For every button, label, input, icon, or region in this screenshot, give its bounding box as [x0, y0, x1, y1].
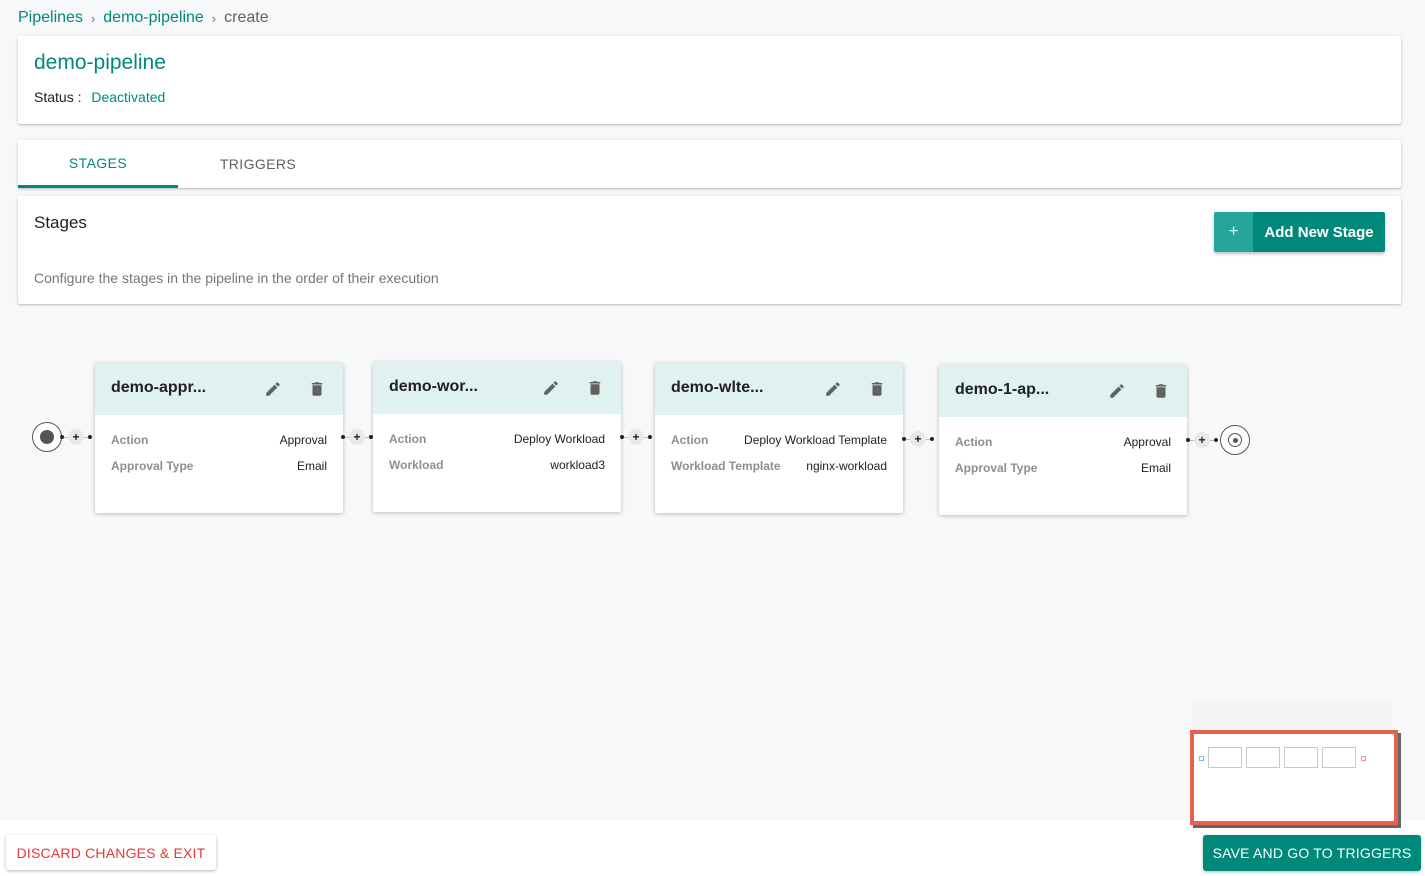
field-value: Email [296, 459, 327, 473]
pipeline-status: Status : Deactivated [34, 89, 165, 105]
stage-card[interactable]: demo-appr... Action Approval Approval Ty… [95, 363, 343, 513]
stages-description: Configure the stages in the pipeline in … [34, 270, 439, 286]
pipeline-title: demo-pipeline [34, 51, 166, 74]
stage-field-row: Approval Type Email [955, 461, 1171, 475]
stage-field-row: Action Approval [111, 433, 327, 447]
delete-icon[interactable] [585, 378, 605, 398]
connector: + [1186, 432, 1218, 448]
stage-name: demo-appr... [111, 379, 207, 396]
pipeline-start-node [32, 422, 62, 452]
stage-name: demo-1-ap... [955, 381, 1050, 398]
stage-card-header: demo-1-ap... [939, 365, 1187, 417]
minimap-stage [1208, 747, 1242, 768]
delete-icon[interactable] [1151, 381, 1171, 401]
minimap-start-node [1199, 756, 1204, 761]
stage-field-row: Workload workload3 [389, 458, 605, 472]
plus-icon: + [1214, 212, 1253, 252]
connector-dot [1214, 438, 1218, 442]
tab-bar: STAGES TRIGGERS [18, 140, 1401, 188]
stage-name: demo-wlte... [671, 379, 764, 396]
stage-card-header: demo-wor... [373, 362, 621, 414]
discard-changes-button[interactable]: DISCARD CHANGES & EXIT [6, 835, 216, 870]
field-label: Approval Type [111, 459, 194, 473]
tab-triggers[interactable]: TRIGGERS [178, 140, 338, 188]
pipeline-header-card: demo-pipeline Status : Deactivated [18, 36, 1401, 124]
field-value: Deploy Workload [513, 432, 605, 446]
field-label: Workload [389, 458, 444, 472]
insert-stage-button[interactable]: + [628, 429, 644, 445]
field-value: workload3 [550, 458, 605, 472]
field-label: Action [111, 433, 149, 447]
connector: + [620, 429, 652, 445]
minimap-stage [1246, 747, 1280, 768]
minimap[interactable] [1190, 730, 1398, 825]
minimap-stage [1284, 747, 1318, 768]
add-new-stage-label: Add New Stage [1264, 223, 1374, 241]
stages-section: Stages Configure the stages in the pipel… [18, 196, 1401, 304]
add-new-stage-button[interactable]: + Add New Stage [1214, 212, 1385, 252]
connector-dot [648, 435, 652, 439]
field-value: Deploy Workload Template [744, 433, 887, 447]
insert-stage-button[interactable]: + [68, 429, 84, 445]
stage-card[interactable]: demo-1-ap... Action Approval Approval Ty… [939, 365, 1187, 515]
end-node-icon [1228, 433, 1242, 447]
minimap-stage [1322, 747, 1356, 768]
breadcrumb-separator: › [90, 10, 96, 26]
breadcrumb-pipeline-link[interactable]: demo-pipeline [103, 9, 204, 27]
field-value: Approval [1123, 435, 1171, 449]
breadcrumb-current: create [224, 9, 269, 26]
breadcrumb-separator: › [211, 10, 217, 26]
insert-stage-button[interactable]: + [349, 429, 365, 445]
stage-card[interactable]: demo-wor... Action Deploy Workload Workl… [373, 362, 621, 512]
field-value: nginx-workload [806, 459, 887, 473]
status-label: Status : [34, 89, 82, 105]
field-value: Approval [279, 433, 327, 447]
status-badge: Deactivated [91, 89, 166, 105]
tab-stages[interactable]: STAGES [18, 140, 178, 188]
stage-name: demo-wor... [389, 378, 478, 395]
field-label: Approval Type [955, 461, 1038, 475]
edit-icon[interactable] [263, 379, 283, 399]
field-label: Action [389, 432, 427, 446]
stages-heading: Stages [34, 213, 87, 232]
stage-card-header: demo-wlte... [655, 363, 903, 415]
connector-dot [88, 435, 92, 439]
save-and-go-to-triggers-button[interactable]: SAVE AND GO TO TRIGGERS [1203, 835, 1421, 871]
field-label: Workload Template [671, 459, 781, 473]
stage-field-row: Action Deploy Workload [389, 432, 605, 446]
stage-card-header: demo-appr... [95, 363, 343, 415]
minimap-end-node [1361, 756, 1366, 761]
delete-icon[interactable] [867, 379, 887, 399]
start-node-icon [40, 430, 54, 444]
delete-icon[interactable] [307, 379, 327, 399]
stage-card[interactable]: demo-wlte... Action Deploy Workload Temp… [655, 363, 903, 513]
stage-field-row: Approval Type Email [111, 459, 327, 473]
pipeline-end-node [1220, 425, 1250, 455]
edit-icon[interactable] [541, 378, 561, 398]
connector-dot [930, 437, 934, 441]
stage-field-row: Workload Template nginx-workload [671, 459, 887, 473]
connector: + [60, 429, 92, 445]
breadcrumb-pipelines-link[interactable]: Pipelines [18, 9, 83, 27]
field-label: Action [671, 433, 709, 447]
stage-field-row: Action Approval [955, 435, 1171, 449]
edit-icon[interactable] [823, 379, 843, 399]
insert-stage-button[interactable]: + [910, 431, 926, 447]
field-label: Action [955, 435, 993, 449]
field-value: Email [1140, 461, 1171, 475]
breadcrumb: Pipelines › demo-pipeline › create [18, 9, 269, 27]
insert-stage-button[interactable]: + [1194, 432, 1210, 448]
connector: + [902, 431, 934, 447]
stage-field-row: Action Deploy Workload Template [671, 433, 887, 447]
edit-icon[interactable] [1107, 381, 1127, 401]
connector: + [341, 429, 373, 445]
